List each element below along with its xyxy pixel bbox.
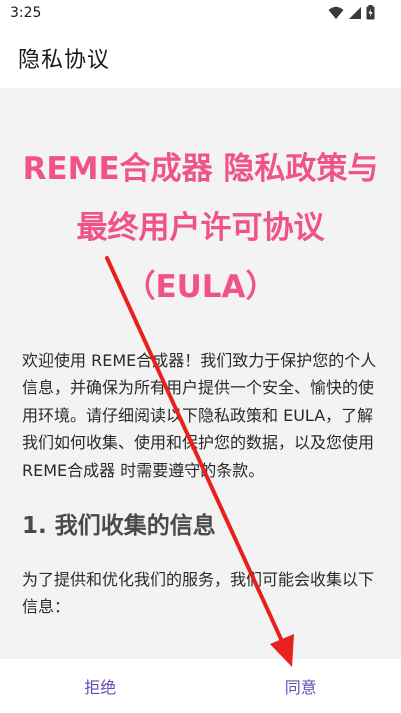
- app-bar: 隐私协议: [0, 28, 401, 88]
- status-time: 3:25: [10, 5, 42, 21]
- action-bar: 拒绝 同意: [0, 659, 401, 713]
- wifi-icon: [328, 6, 344, 19]
- app-screen: 3:25 隐私协议 REME合成器 隐私政策与最终用户许可协议（EULA） 欢迎…: [0, 0, 401, 713]
- document-intro: 欢迎使用 REME合成器！我们致力于保护您的个人信息，并确保为所有用户提供一个安…: [22, 351, 377, 480]
- policy-content[interactable]: REME合成器 隐私政策与最终用户许可协议（EULA） 欢迎使用 REME合成器…: [0, 88, 401, 659]
- section-heading: 1. 我们收集的信息: [22, 513, 216, 540]
- section-body: 为了提供和优化我们的服务，我们可能会收集以下信息：: [22, 570, 375, 617]
- agree-button[interactable]: 同意: [201, 659, 401, 713]
- document-title: REME合成器 隐私政策与最终用户许可协议（EULA）: [22, 151, 379, 305]
- signal-icon: [349, 6, 361, 19]
- page-title: 隐私协议: [18, 48, 111, 73]
- status-icons: [328, 5, 375, 20]
- battery-icon: [366, 5, 375, 20]
- reject-button[interactable]: 拒绝: [0, 659, 201, 713]
- status-bar: 3:25: [0, 0, 401, 28]
